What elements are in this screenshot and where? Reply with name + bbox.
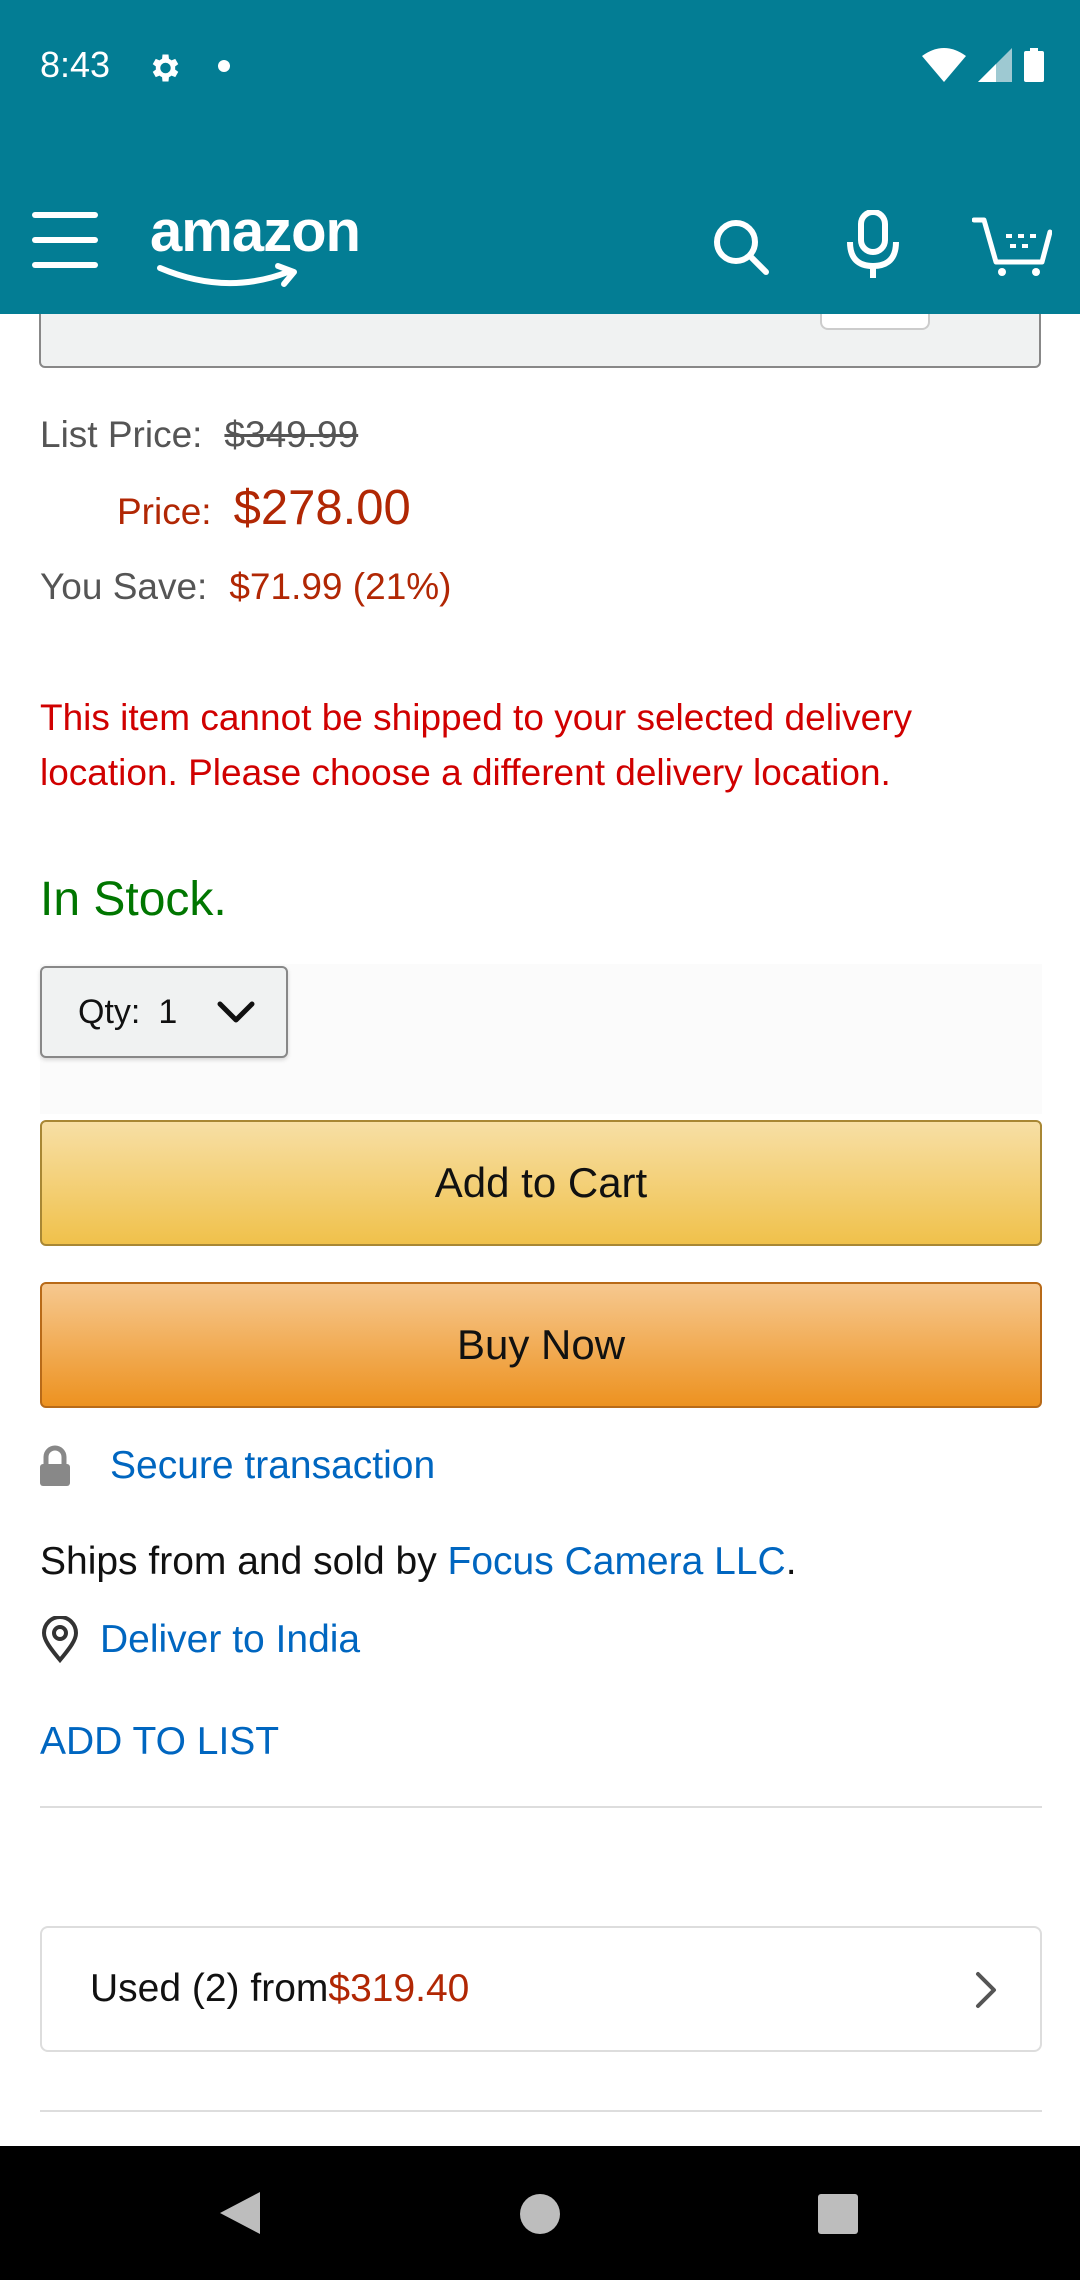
notification-dot-icon	[218, 60, 230, 72]
quantity-area: Qty: 1	[40, 964, 1042, 1114]
lock-icon	[40, 1445, 70, 1486]
you-save-label: You Save:	[40, 566, 208, 607]
battery-icon	[1024, 48, 1044, 82]
chevron-right-icon	[976, 1972, 996, 2008]
status-bar: 8:43	[0, 0, 1080, 140]
hamburger-menu-icon[interactable]	[32, 212, 100, 268]
system-navigation-bar	[0, 2146, 1080, 2280]
deliver-to-row[interactable]: Deliver to India	[40, 1616, 360, 1664]
delivery-warning: This item cannot be shipped to your sele…	[40, 697, 913, 793]
search-icon[interactable]	[710, 216, 770, 276]
status-indicators	[922, 48, 1044, 82]
settings-gear-icon	[152, 54, 179, 82]
you-save-row: You Save: $71.99 (21%)	[40, 566, 452, 608]
price-value: $278.00	[233, 481, 411, 535]
buy-now-button[interactable]: Buy Now	[40, 1282, 1042, 1408]
add-to-list-button[interactable]: ADD TO LIST	[40, 1720, 279, 1764]
deliver-to-link[interactable]: Deliver to India	[100, 1618, 360, 1662]
ships-from-prefix: Ships from and sold by	[40, 1540, 448, 1583]
amazon-smile-icon	[157, 263, 297, 287]
microphone-icon[interactable]	[844, 210, 902, 280]
stock-status: In Stock.	[40, 873, 227, 926]
header-content: amazon	[0, 140, 1080, 314]
cell-signal-icon	[978, 48, 1012, 82]
used-offers-price: $319.40	[328, 1967, 470, 2010]
list-price-row: List Price: $349.99	[40, 414, 358, 456]
quantity-dropdown[interactable]: Qty: 1	[40, 966, 288, 1058]
divider	[40, 2110, 1042, 2112]
back-icon[interactable]	[218, 2190, 262, 2236]
list-price-label: List Price:	[40, 414, 203, 455]
add-to-cart-button[interactable]: Add to Cart	[40, 1120, 1042, 1246]
location-pin-icon	[41, 1616, 79, 1664]
amazon-logo[interactable]: amazon	[150, 198, 361, 265]
ships-from-row: Ships from and sold by Focus Camera LLC.	[40, 1540, 797, 1584]
status-time: 8:43	[40, 44, 111, 85]
home-icon[interactable]	[520, 2194, 560, 2234]
secure-transaction-link[interactable]: Secure transaction	[110, 1444, 435, 1488]
you-save-value: $71.99 (21%)	[229, 566, 452, 607]
cart-icon[interactable]	[972, 214, 1052, 278]
quantity-label: Qty:	[78, 992, 141, 1031]
used-offers-row[interactable]: Used (2) from $319.40	[40, 1926, 1042, 2052]
secure-transaction-row[interactable]: Secure transaction	[38, 1444, 435, 1488]
price-row: Price: $278.00	[117, 480, 411, 536]
chevron-down-icon	[217, 1001, 255, 1023]
used-offers-prefix: Used (2) from	[90, 1967, 329, 2010]
quantity-value: 1	[158, 992, 178, 1031]
divider	[40, 1806, 1042, 1808]
ships-from-suffix: .	[785, 1540, 797, 1583]
price-label: Price:	[117, 491, 212, 532]
recents-icon[interactable]	[818, 2194, 858, 2234]
list-price-value: $349.99	[224, 414, 359, 455]
seller-link[interactable]: Focus Camera LLC	[448, 1540, 786, 1583]
wifi-icon	[922, 48, 966, 82]
